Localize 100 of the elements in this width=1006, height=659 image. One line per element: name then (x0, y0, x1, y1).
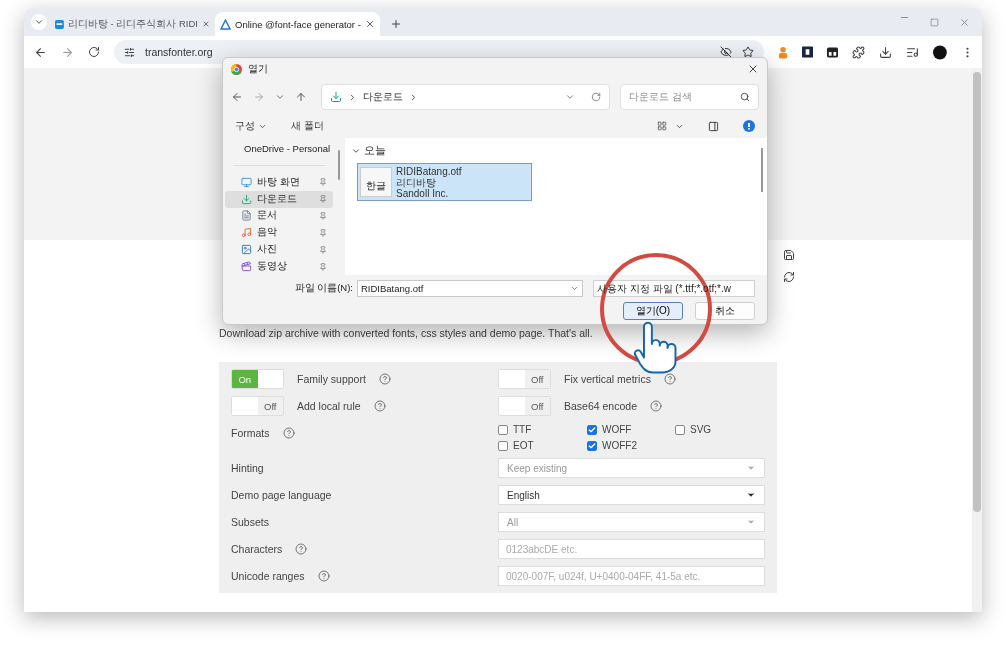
checkbox[interactable] (498, 424, 508, 435)
pin-icon (319, 245, 327, 254)
help-icon[interactable] (317, 570, 330, 582)
caret-icon (746, 463, 756, 473)
downloads-icon (241, 193, 252, 205)
close-icon[interactable] (201, 19, 210, 29)
input-field[interactable]: 0020-007F, u024f, U+0400-04FF, 41-5a etc. (498, 566, 765, 586)
close-icon[interactable] (365, 19, 375, 29)
filename-field[interactable]: RIDIBatang.otf (357, 280, 583, 297)
toggle-label: Family support (297, 373, 366, 385)
checkbox-label: TTF (513, 424, 532, 435)
help-icon[interactable] (373, 400, 386, 412)
recent-locations-button[interactable] (275, 92, 285, 102)
chevron-icon (409, 92, 418, 102)
field-label: Formats (231, 427, 270, 439)
help-icon[interactable] (378, 373, 391, 385)
nav-item[interactable]: 문서 (225, 207, 333, 225)
scrollbar[interactable] (972, 68, 982, 612)
chevron-down-icon[interactable] (565, 92, 575, 102)
field-label: Characters (231, 543, 283, 555)
nav-item[interactable]: 사진 (225, 241, 333, 259)
chevron-down-icon (351, 146, 361, 156)
dialog-button[interactable]: 취소 (695, 302, 755, 320)
close-button[interactable] (747, 63, 759, 75)
help-icon[interactable] (663, 373, 676, 385)
refresh-icon[interactable] (783, 271, 795, 283)
group-header[interactable]: 오늘 (351, 144, 761, 158)
command-button[interactable]: 구성 (235, 119, 267, 133)
toggle-label: Fix vertical metrics (564, 373, 651, 385)
checkbox[interactable] (587, 440, 597, 451)
extensions-puzzle-icon[interactable] (852, 45, 866, 59)
field-label: Hinting (231, 462, 264, 474)
select-field[interactable]: English (498, 485, 765, 505)
up-button[interactable] (295, 91, 307, 103)
media-control-icon[interactable] (906, 45, 920, 59)
chevron-down-icon (34, 17, 44, 27)
browser-tab[interactable]: 리디바탕 - 리디주식회사 RIDI (50, 12, 215, 36)
path-field[interactable]: 다운로드 (321, 84, 610, 110)
pin-icon (319, 228, 327, 237)
command-button[interactable]: 새 폴더 (291, 119, 324, 133)
pin-icon (319, 178, 327, 187)
chevron-icon (348, 92, 357, 102)
toggle-label: Add local rule (297, 400, 361, 412)
scrollbar[interactable] (761, 148, 763, 192)
desktop-icon (241, 176, 252, 188)
nav-item[interactable]: 바탕 화면 (225, 173, 333, 191)
field-label: Subsets (231, 516, 269, 528)
help-icon[interactable] (743, 120, 755, 132)
help-icon[interactable] (295, 543, 308, 555)
maximize-button[interactable] (930, 18, 939, 27)
dialog-title: 열기 (248, 62, 268, 76)
preview-pane-icon[interactable] (708, 120, 719, 132)
toggle-switch[interactable]: Off (498, 396, 551, 416)
documents-icon (241, 210, 252, 222)
music-icon (241, 227, 252, 239)
view-options-icon[interactable] (657, 121, 667, 131)
search-icon (740, 92, 750, 102)
checkbox-label: WOFF (602, 424, 632, 435)
dialog-button[interactable]: 열기(O) (623, 302, 683, 320)
checkbox[interactable] (498, 440, 508, 451)
pin-icon (319, 212, 327, 220)
pin-icon (319, 195, 327, 204)
toggle-switch[interactable]: Off (498, 369, 551, 389)
avatar-icon[interactable] (933, 44, 947, 60)
bookmark-star-icon[interactable] (742, 46, 754, 58)
nav-item[interactable]: 음악 (225, 224, 333, 242)
input-field[interactable]: 0123abcDE etc. (498, 539, 765, 559)
eye-off-icon[interactable] (720, 46, 732, 58)
help-icon[interactable] (650, 400, 662, 412)
nav-item[interactable]: OneDrive - Personal (225, 140, 333, 157)
tab-favicon-icon (55, 18, 64, 30)
pin-icon (319, 262, 327, 271)
toggle-switch[interactable]: Off (231, 396, 284, 416)
checkbox[interactable] (587, 424, 597, 435)
videos-icon (241, 261, 252, 273)
pictures-icon (241, 244, 252, 256)
toggle-label: Base64 encode (564, 400, 637, 412)
forward-button[interactable] (61, 45, 74, 59)
checkbox-label: SVG (690, 424, 712, 435)
download-icon[interactable] (879, 45, 893, 59)
browser-tab[interactable]: Online @font-face generator - (215, 12, 380, 36)
download-note: Download zip archive with converted fonts, css styles and demo page. That's all. (219, 326, 594, 340)
extension-icon[interactable] (827, 46, 839, 58)
extension-icon[interactable] (802, 46, 814, 58)
search-field[interactable]: 다운로드 검색 (620, 84, 759, 110)
nav-item[interactable]: 동영상 (225, 258, 333, 275)
reload-button[interactable] (88, 46, 100, 58)
site-info-icon[interactable] (124, 46, 135, 58)
back-button[interactable] (34, 45, 47, 59)
checkbox[interactable] (675, 424, 685, 435)
field-label: Unicode ranges (231, 570, 305, 582)
new-tab-button[interactable] (390, 18, 402, 30)
file-thumbnail: 한글 (360, 167, 392, 197)
tab-search-button[interactable] (31, 14, 47, 30)
save-icon[interactable] (783, 249, 795, 261)
checkbox-label: WOFF2 (602, 440, 637, 451)
chevron-down-icon (570, 284, 579, 293)
nav-item[interactable]: 다운로드 (225, 190, 333, 208)
help-icon[interactable] (282, 427, 295, 439)
triangle-favicon-icon (220, 18, 231, 30)
